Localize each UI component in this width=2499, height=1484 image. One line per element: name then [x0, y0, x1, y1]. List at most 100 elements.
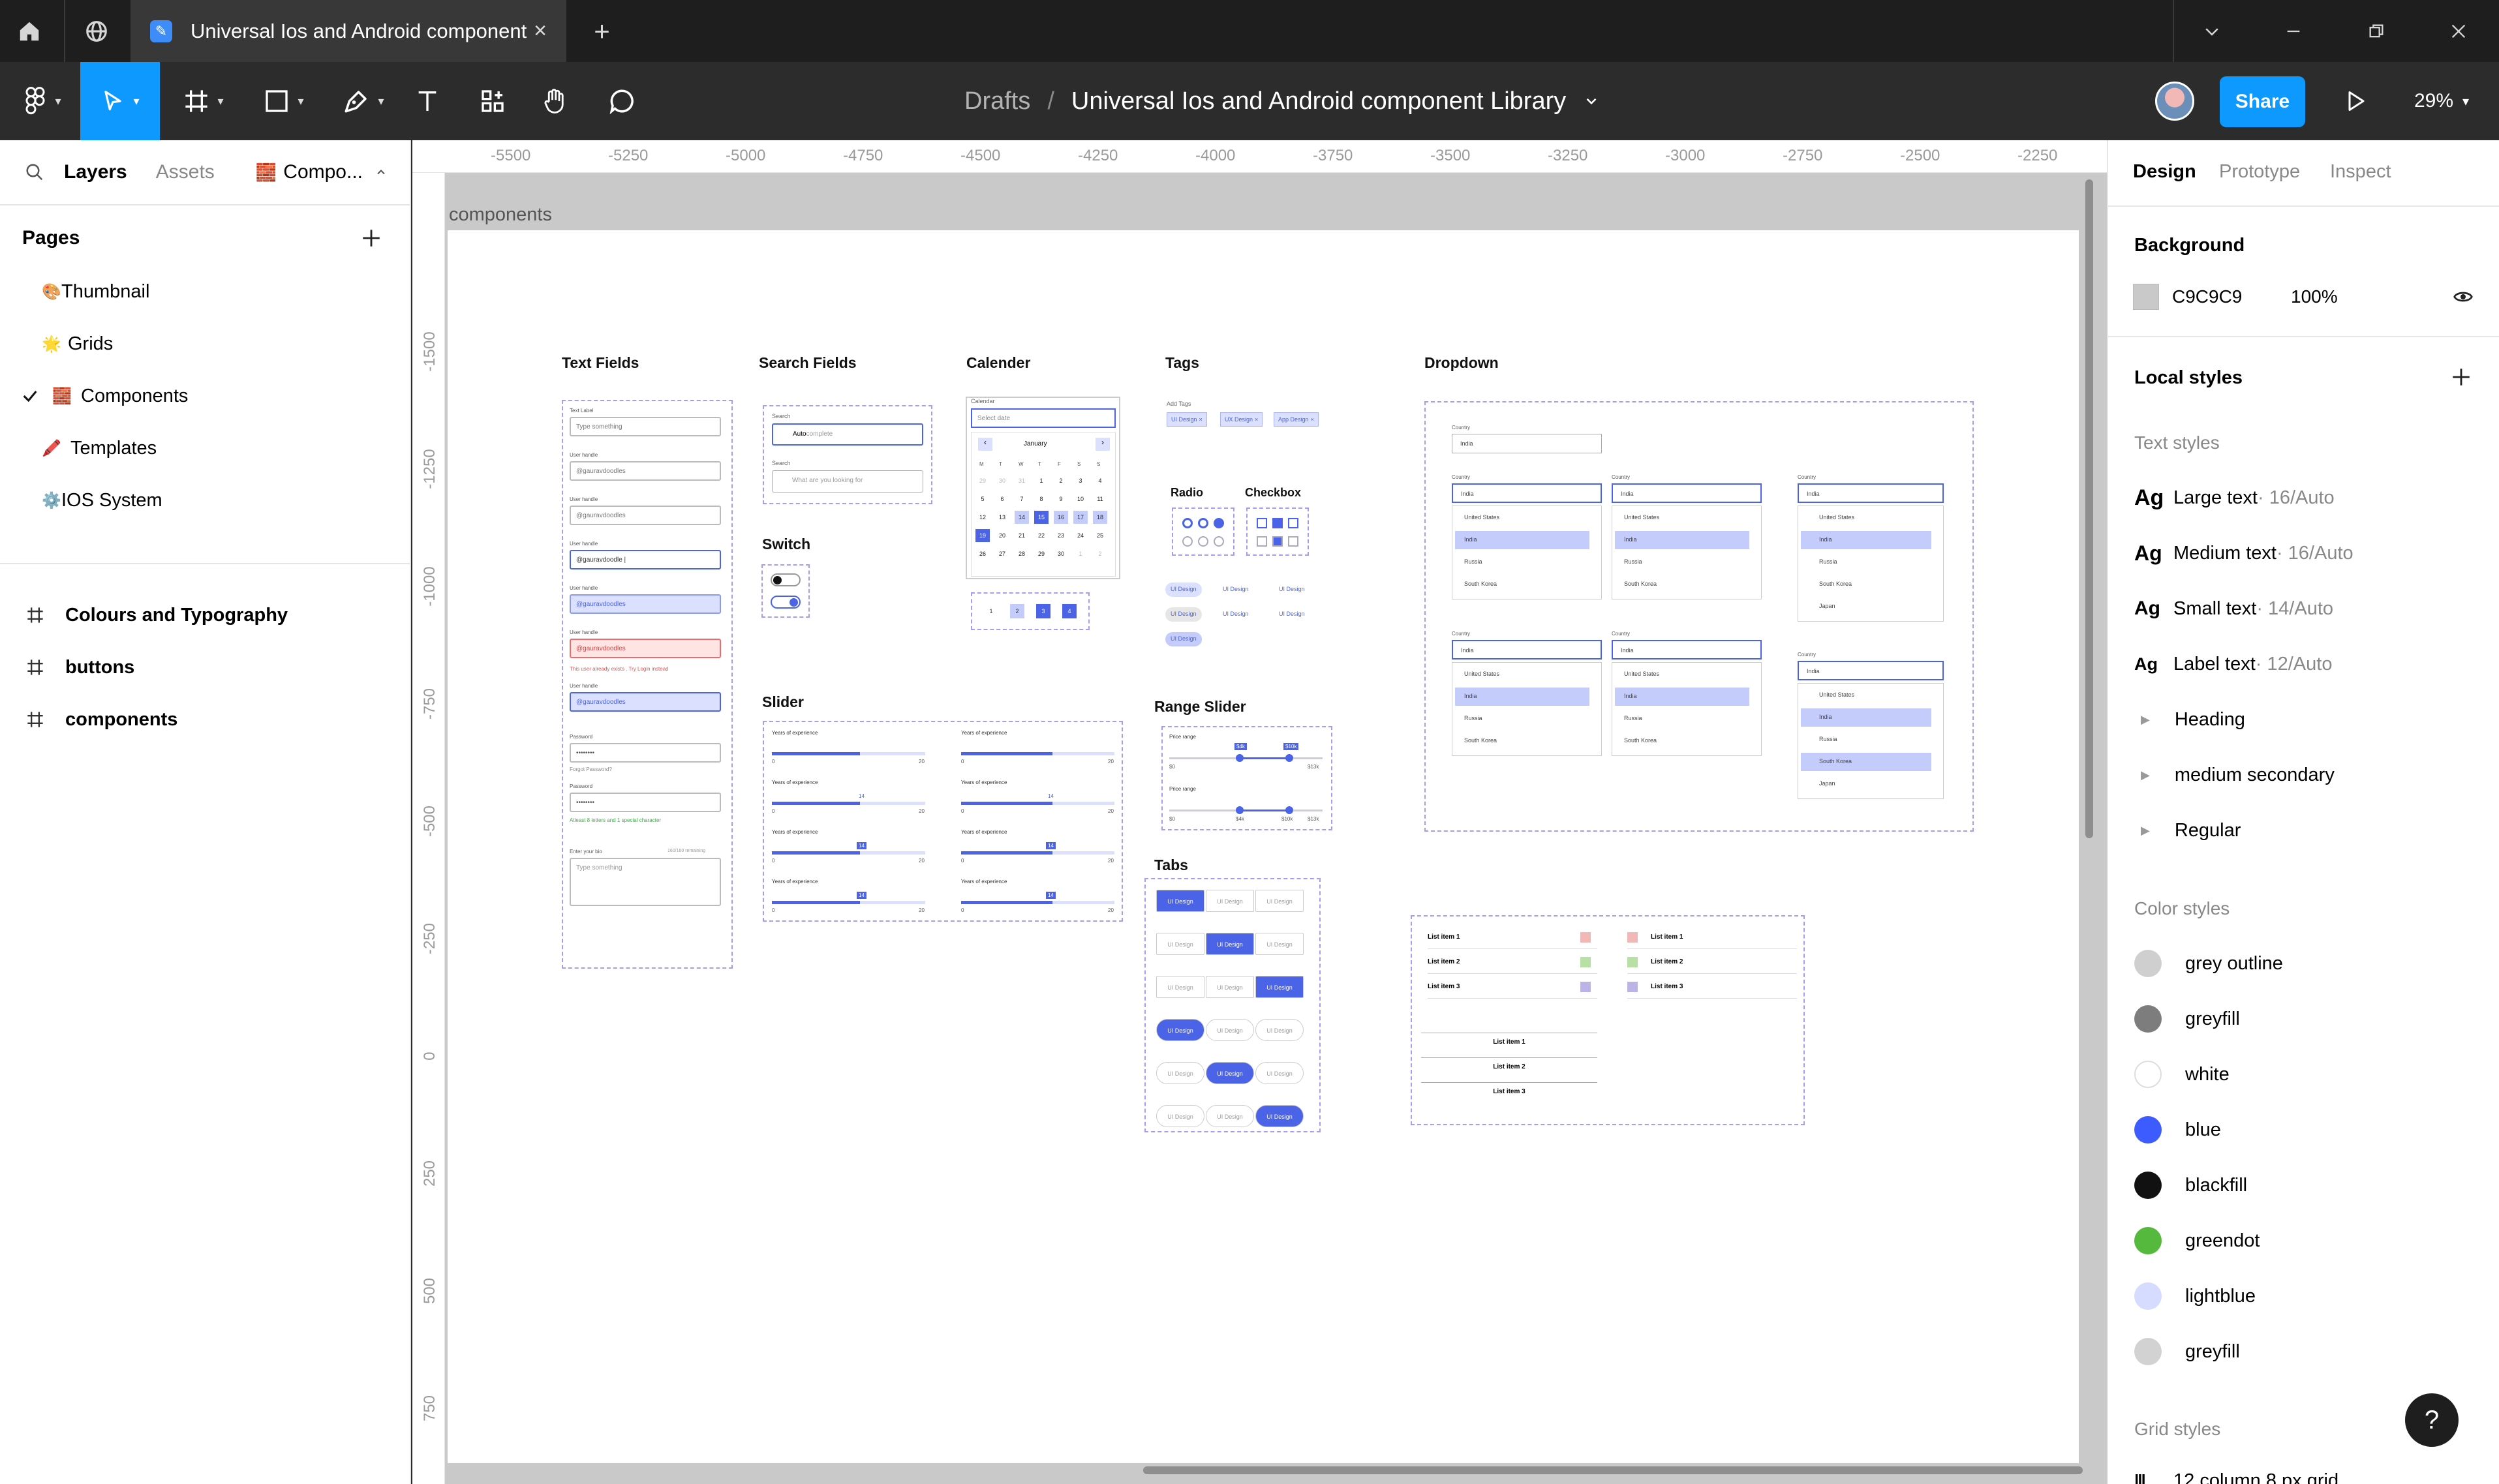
- calendar-day[interactable]: 13: [995, 511, 1009, 524]
- text-input[interactable]: @gauravdoodles: [570, 639, 721, 658]
- calendar-day[interactable]: 16: [1054, 511, 1068, 524]
- radio-button-selected[interactable]: [1182, 518, 1193, 528]
- page-item-components[interactable]: 🧱 Components: [0, 370, 411, 422]
- text-input[interactable]: @gauravdoodle |: [570, 550, 721, 569]
- calendar-day[interactable]: 29: [1034, 547, 1049, 560]
- dropdown-select[interactable]: India: [1452, 483, 1602, 503]
- shape-tool-button[interactable]: ▾: [251, 62, 316, 140]
- frame-label[interactable]: components: [449, 204, 552, 226]
- add-style-icon[interactable]: [2450, 366, 2472, 388]
- calendar-day[interactable]: 10: [1073, 492, 1088, 506]
- tab-layers[interactable]: Layers: [64, 161, 127, 183]
- radio-button[interactable]: [1214, 536, 1224, 547]
- tag-chip[interactable]: UI Design ×: [1167, 412, 1207, 427]
- layer-item-colours-typography[interactable]: Colours and Typography: [0, 589, 411, 641]
- tab-item[interactable]: UI Design: [1156, 976, 1204, 998]
- list-item[interactable]: List item 2: [1428, 954, 1597, 974]
- calendar-day[interactable]: 11: [1093, 492, 1107, 506]
- tab-item[interactable]: UI Design: [1255, 890, 1304, 912]
- add-page-icon[interactable]: [360, 227, 382, 249]
- checkbox[interactable]: [1288, 536, 1298, 547]
- color-style-greendot[interactable]: greendot: [2134, 1221, 2260, 1260]
- dropdown-select[interactable]: India: [1452, 434, 1602, 453]
- dropdown-option[interactable]: United States: [1455, 665, 1589, 684]
- tag-chip[interactable]: UX Design ×: [1220, 412, 1263, 427]
- main-menu-button[interactable]: ▾: [13, 62, 72, 140]
- dropdown-option[interactable]: Russia: [1455, 553, 1589, 571]
- globe-icon[interactable]: [65, 0, 127, 62]
- text-style-large[interactable]: Ag Large text · 16/Auto: [2134, 478, 2335, 517]
- home-icon[interactable]: [0, 0, 59, 62]
- dropdown-option[interactable]: Russia: [1801, 553, 1931, 571]
- list-item[interactable]: List item 3: [1428, 979, 1597, 999]
- tab-item[interactable]: UI Design: [1156, 1019, 1204, 1041]
- page-item-templates[interactable]: 🖍️ Templates: [0, 422, 411, 474]
- dropdown-select[interactable]: India: [1612, 640, 1762, 659]
- radio-button-selected[interactable]: [1214, 518, 1224, 528]
- dropdown-option[interactable]: India: [1801, 531, 1931, 549]
- style-group-medium-secondary[interactable]: ▶ medium secondary: [2141, 755, 2335, 795]
- tag-chip[interactable]: App Design ×: [1274, 412, 1319, 427]
- tab-item[interactable]: UI Design: [1156, 1062, 1204, 1084]
- text-input[interactable]: @gauravdoodles: [570, 506, 721, 525]
- calendar-day[interactable]: 29: [975, 474, 990, 487]
- calendar-day[interactable]: 18: [1093, 511, 1107, 524]
- layer-item-buttons[interactable]: buttons: [0, 641, 411, 693]
- calendar-day[interactable]: 8: [1034, 492, 1049, 506]
- present-button[interactable]: [2336, 62, 2375, 140]
- list-item-centered[interactable]: List item 1: [1421, 1033, 1597, 1052]
- tab-item[interactable]: UI Design: [1206, 1062, 1254, 1084]
- list-item[interactable]: List item 1: [1627, 930, 1797, 949]
- tab-item[interactable]: UI Design: [1156, 933, 1204, 955]
- dropdown-option[interactable]: Japan: [1801, 775, 1931, 793]
- dropdown-option[interactable]: Russia: [1615, 553, 1749, 571]
- move-tool-button[interactable]: ▾: [80, 62, 160, 140]
- color-style-greyfill[interactable]: greyfill: [2134, 1332, 2240, 1371]
- background-hex[interactable]: C9C9C9: [2172, 286, 2242, 307]
- calendar-day[interactable]: 1: [1073, 547, 1088, 560]
- chip[interactable]: UI Design: [1165, 607, 1202, 622]
- calendar-day[interactable]: 30: [1054, 547, 1068, 560]
- text-tool-button[interactable]: [405, 62, 450, 140]
- close-window-icon[interactable]: [2429, 0, 2488, 62]
- bio-textarea[interactable]: Type something: [570, 858, 721, 906]
- tab-item[interactable]: UI Design: [1156, 1105, 1204, 1127]
- checkbox[interactable]: [1257, 536, 1267, 547]
- toggle-on[interactable]: [771, 596, 801, 609]
- calendar-day[interactable]: 2: [1054, 474, 1068, 487]
- tab-assets[interactable]: Assets: [156, 161, 215, 183]
- close-icon[interactable]: ×: [1199, 416, 1203, 423]
- color-style-white[interactable]: white: [2134, 1055, 2230, 1094]
- new-tab-icon[interactable]: +: [574, 0, 630, 62]
- text-input[interactable]: @gauravdoodles: [570, 594, 721, 614]
- dropdown-option[interactable]: United States: [1615, 509, 1749, 527]
- color-style-lightblue[interactable]: lightblue: [2134, 1277, 2256, 1316]
- dropdown-select[interactable]: India: [1612, 483, 1762, 503]
- chip[interactable]: UI Design: [1274, 583, 1310, 597]
- dropdown-option[interactable]: South Korea: [1801, 575, 1931, 594]
- tab-inspect[interactable]: Inspect: [2330, 161, 2391, 183]
- dropdown-option[interactable]: India: [1615, 531, 1749, 549]
- file-tab[interactable]: ✎ Universal Ios and Android component L …: [130, 0, 566, 62]
- dropdown-option[interactable]: South Korea: [1615, 575, 1749, 594]
- background-swatch[interactable]: [2133, 284, 2159, 310]
- calendar-day[interactable]: 19: [975, 529, 990, 542]
- list-item-centered[interactable]: List item 2: [1421, 1057, 1597, 1077]
- calendar-day[interactable]: 1: [1034, 474, 1049, 487]
- style-group-heading[interactable]: ▶ Heading: [2141, 700, 2245, 739]
- dropdown-option[interactable]: Japan: [1801, 598, 1931, 616]
- tab-item[interactable]: UI Design: [1255, 976, 1304, 998]
- text-input[interactable]: @gauravdoodles: [570, 461, 721, 481]
- calendar-day[interactable]: 25: [1093, 529, 1107, 542]
- list-item[interactable]: List item 2: [1627, 954, 1797, 974]
- calendar-day[interactable]: 30: [995, 474, 1009, 487]
- breadcrumb-drafts[interactable]: Drafts: [964, 87, 1030, 115]
- page-item-ios-system[interactable]: ⚙️ IOS System: [0, 474, 411, 526]
- eye-icon[interactable]: [2451, 286, 2475, 307]
- dropdown-option[interactable]: India: [1455, 688, 1589, 706]
- text-input[interactable]: @gauravdoodles: [570, 692, 721, 712]
- page-item-grids[interactable]: 🌟 Grids: [0, 318, 411, 370]
- avatar[interactable]: [2155, 82, 2194, 121]
- calendar-day[interactable]: 3: [1073, 474, 1088, 487]
- chevron-down-icon[interactable]: [1583, 93, 1600, 110]
